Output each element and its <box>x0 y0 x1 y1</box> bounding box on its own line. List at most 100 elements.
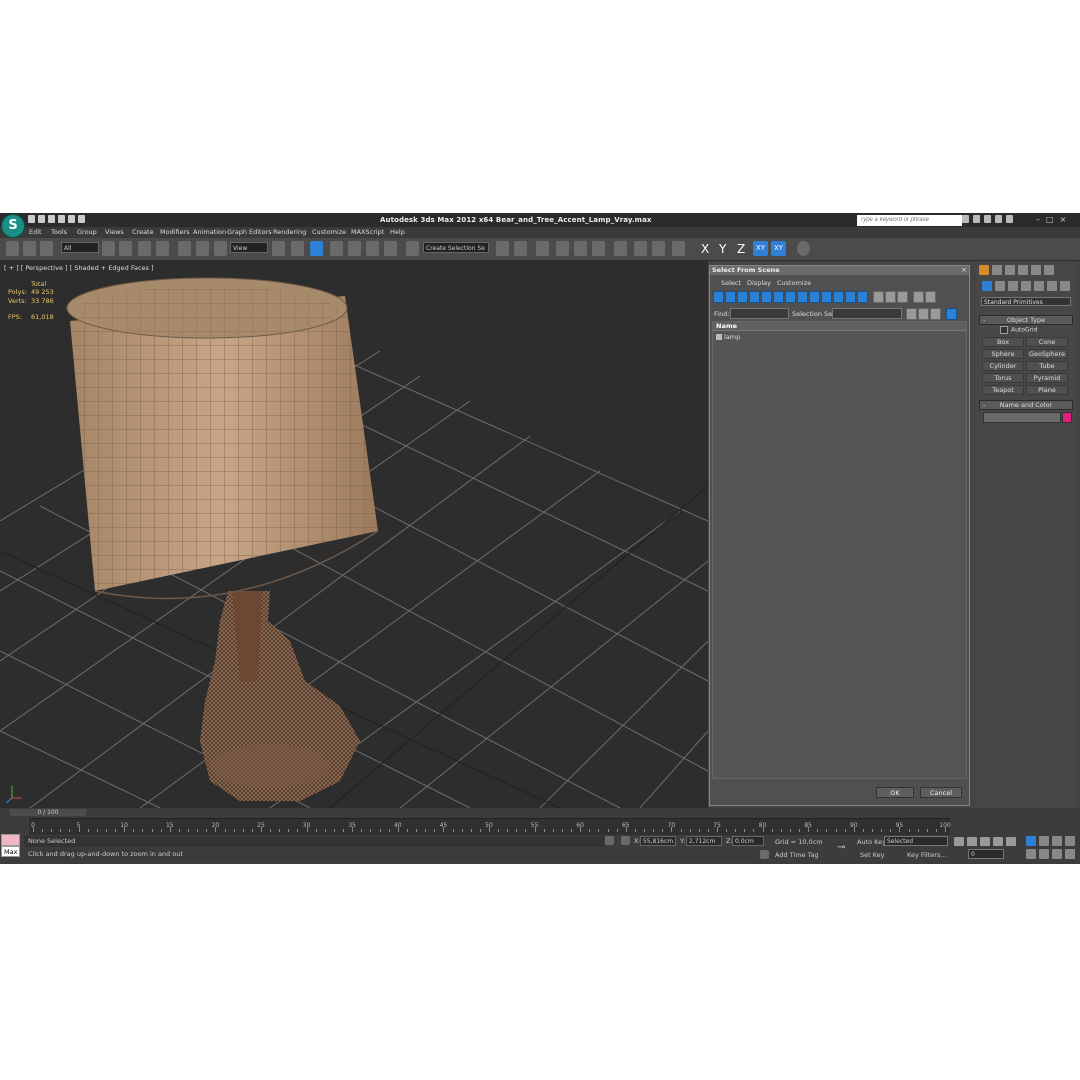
reference-coordinate-dropdown[interactable]: View <box>230 242 268 253</box>
constrain-z-button[interactable]: Z <box>737 242 745 256</box>
object-name-field[interactable] <box>983 412 1061 423</box>
constrain-xy-plane-button[interactable]: XY <box>771 241 786 256</box>
bind-space-warp-icon[interactable] <box>40 241 53 256</box>
current-frame-field[interactable]: 0 <box>968 849 1004 859</box>
scene-object-list[interactable]: Name lamp <box>712 321 967 779</box>
cameras-icon[interactable] <box>1021 281 1031 291</box>
dialog-menu-select[interactable]: Select <box>721 279 741 287</box>
sphere-button[interactable]: Sphere <box>982 349 1024 359</box>
pyramid-button[interactable]: Pyramid <box>1026 373 1068 383</box>
menu-rendering[interactable]: Rendering <box>273 228 306 236</box>
shapes-icon[interactable] <box>995 281 1005 291</box>
named-selection-dropdown[interactable]: Create Selection Se <box>423 242 489 253</box>
application-button[interactable]: S <box>1 214 25 238</box>
maxscript-listener[interactable]: Max <box>1 834 20 860</box>
name-and-color-rollout[interactable]: - Name and Color <box>979 400 1073 410</box>
display-bones-icon[interactable] <box>809 291 820 303</box>
pan-icon[interactable] <box>1039 849 1049 859</box>
ok-button[interactable]: OK <box>876 787 914 798</box>
display-containers-icon[interactable] <box>821 291 832 303</box>
cylinder-button[interactable]: Cylinder <box>982 361 1024 371</box>
zoom-extents-all-icon[interactable] <box>1065 836 1075 846</box>
curve-editor-icon[interactable] <box>574 241 587 256</box>
selection-lock-icon[interactable] <box>605 836 614 845</box>
menu-maxscript[interactable]: MAXScript <box>351 228 384 236</box>
display-geometry-icon[interactable] <box>713 291 724 303</box>
primitive-category-dropdown[interactable]: Standard Primitives <box>981 297 1071 306</box>
select-object-icon[interactable] <box>102 241 115 256</box>
z-coord-field[interactable]: 0,0cm <box>732 836 764 846</box>
constrain-x-button[interactable]: X <box>701 242 709 256</box>
display-all-icon[interactable] <box>857 291 868 303</box>
display-groups-icon[interactable] <box>785 291 796 303</box>
zoom-icon[interactable] <box>1026 836 1036 846</box>
menu-help[interactable]: Help <box>390 228 405 236</box>
align-icon[interactable] <box>514 241 527 256</box>
play-icon[interactable] <box>980 837 990 846</box>
selection-set-tool-2-icon[interactable] <box>918 308 929 320</box>
redo-icon[interactable] <box>68 215 75 223</box>
maximize-icon[interactable]: □ <box>1046 215 1054 224</box>
y-coord-field[interactable]: 2,712cm <box>686 836 722 846</box>
menu-modifiers[interactable]: Modifiers <box>160 228 190 236</box>
render-setup-icon[interactable] <box>634 241 647 256</box>
object-color-swatch[interactable] <box>1062 412 1072 423</box>
menu-animation[interactable]: Animation <box>193 228 226 236</box>
help-search-input[interactable] <box>857 215 962 226</box>
material-editor-icon[interactable] <box>614 241 627 256</box>
perspective-viewport[interactable]: [ + ] [ Perspective ] [ Shaded + Edged F… <box>0 261 708 808</box>
graphite-ribbon-icon[interactable] <box>556 241 569 256</box>
hierarchy-tab-icon[interactable] <box>1005 265 1015 275</box>
dialog-menu-customize[interactable]: Customize <box>777 279 811 287</box>
menu-create[interactable]: Create <box>132 228 154 236</box>
lamp-shade-model[interactable] <box>66 277 379 600</box>
time-slider[interactable]: 0 / 100 <box>10 809 86 816</box>
menu-graph-editors[interactable]: Graph Editors <box>227 228 272 236</box>
dialog-title[interactable]: Select From Scene <box>710 266 969 275</box>
dialog-close-icon[interactable]: × <box>961 266 967 274</box>
edit-named-selection-icon[interactable] <box>406 241 419 256</box>
close-icon[interactable]: × <box>1060 215 1067 224</box>
key-icon[interactable]: ⊸ <box>837 842 845 853</box>
auto-key-button[interactable]: Auto Key <box>857 838 886 846</box>
snaps-toggle-icon[interactable] <box>330 241 343 256</box>
add-time-tag[interactable]: Add Time Tag <box>775 851 819 859</box>
display-xrefs-icon[interactable] <box>797 291 808 303</box>
select-and-rotate-icon[interactable] <box>196 241 209 256</box>
undo-icon[interactable] <box>58 215 65 223</box>
cancel-button[interactable]: Cancel <box>920 787 962 798</box>
column-header-name[interactable]: Name <box>713 322 966 331</box>
cone-button[interactable]: Cone <box>1026 337 1068 347</box>
unlink-icon[interactable] <box>23 241 36 256</box>
selection-set-tool-1-icon[interactable] <box>906 308 917 320</box>
helpers-icon[interactable] <box>1034 281 1044 291</box>
minimize-icon[interactable]: – <box>1036 215 1040 224</box>
select-by-name-icon[interactable] <box>119 241 132 256</box>
key-filters-button[interactable]: Key Filters... <box>907 851 947 859</box>
track-bar[interactable]: 0 5 10 15 20 25 30 35 40 45 50 55 60 65 70 75 80 85 90 95 10… <box>29 818 951 835</box>
display-lights-icon[interactable] <box>737 291 748 303</box>
geometry-icon[interactable] <box>982 281 992 291</box>
box-button[interactable]: Box <box>982 337 1024 347</box>
sync-selection-icon[interactable] <box>946 308 957 320</box>
menu-tools[interactable]: Tools <box>51 228 67 236</box>
percent-snap-icon[interactable] <box>366 241 379 256</box>
find-input[interactable] <box>730 308 789 319</box>
display-frozen-icon[interactable] <box>833 291 844 303</box>
create-tab-icon[interactable] <box>979 265 989 275</box>
orbit-icon[interactable] <box>1052 849 1062 859</box>
save-file-icon[interactable] <box>48 215 55 223</box>
window-crossing-icon[interactable] <box>156 241 169 256</box>
select-all-icon[interactable] <box>873 291 884 303</box>
select-none-icon[interactable] <box>885 291 896 303</box>
lights-icon[interactable] <box>1008 281 1018 291</box>
menu-edit[interactable]: Edit <box>29 228 42 236</box>
display-shapes-icon[interactable] <box>725 291 736 303</box>
exchange-icon[interactable] <box>984 215 991 223</box>
menu-views[interactable]: Views <box>105 228 124 236</box>
motion-tab-icon[interactable] <box>1018 265 1028 275</box>
mirror-icon[interactable] <box>496 241 509 256</box>
space-warps-icon[interactable] <box>1047 281 1057 291</box>
autogrid-checkbox[interactable]: AutoGrid <box>1000 326 1038 334</box>
selection-filter-dropdown[interactable]: All <box>61 242 99 253</box>
